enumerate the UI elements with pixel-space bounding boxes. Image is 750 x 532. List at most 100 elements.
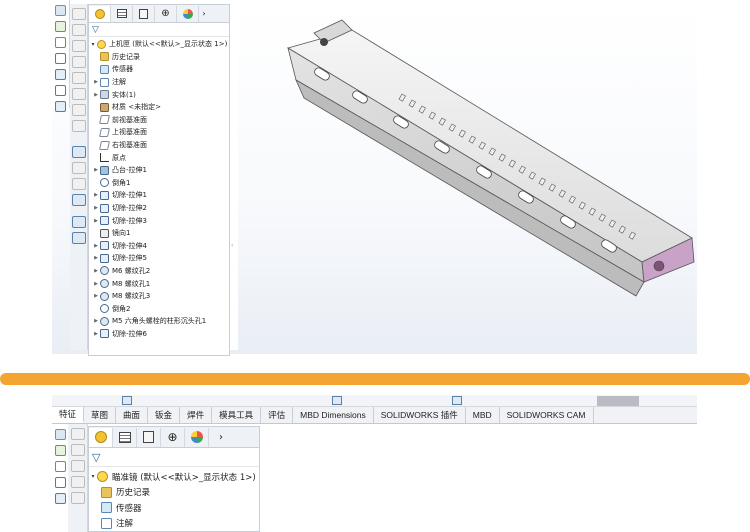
toolbar-icon-6[interactable] [55,85,66,96]
expand-arrow-icon[interactable]: ▶ [92,243,100,249]
tree-item[interactable]: 右视基准面 [92,139,229,152]
ribbon-tab[interactable]: 钣金 [148,407,181,423]
tab-property-manager[interactable] [113,427,137,447]
tree-item[interactable]: 倒角1 [92,177,229,190]
tree-filter-row[interactable]: ▽ [89,23,229,37]
tree-item[interactable]: ▶ 实体(1) [92,88,229,101]
expand-arrow-icon[interactable]: ▶ [92,255,100,261]
toolbar-icon-e[interactable] [71,72,86,84]
toolbar-icon-d[interactable] [71,56,86,68]
toolbar-icon-j[interactable] [71,162,86,174]
expand-arrow-icon[interactable]: ▶ [92,268,100,274]
toolbar-icon-2[interactable] [55,445,66,456]
tree-item[interactable]: ▶ 切除-拉伸5 [92,252,229,265]
ribbon-tab[interactable]: 模具工具 [212,407,262,423]
tree-item[interactable]: ▶ M5 六角头螺栓的柱形沉头孔1 [92,315,229,328]
filter-icon[interactable]: ▽ [92,25,99,35]
toolbar-icon-l[interactable] [71,194,86,206]
tree-item[interactable]: ▶ 注解 [92,76,229,89]
command-block[interactable] [597,396,639,406]
expand-arrow-icon[interactable]: ▶ [92,331,100,337]
toolbar-icon-5[interactable] [55,493,66,504]
tree-item[interactable]: ▶ M6 螺纹孔2 [92,265,229,278]
toolbar-icon-a[interactable] [71,8,86,20]
toolbar-icon-1[interactable] [55,429,66,440]
toolbar-icon-c[interactable] [70,460,85,472]
toolbar-icon-2[interactable] [55,21,66,32]
tab-feature-manager[interactable] [89,427,113,447]
tree-item[interactable]: ▶ 切除-拉伸2 [92,202,229,215]
toolbar-icon-n[interactable] [71,232,86,244]
ribbon-tab[interactable]: MBD Dimensions [293,407,374,423]
ribbon-tab[interactable]: 曲面 [116,407,149,423]
expand-arrow-icon[interactable]: ▶ [92,293,100,299]
toolbar-icon-h[interactable] [71,120,86,132]
tree-item[interactable]: ▶ 切除-拉伸4 [92,240,229,253]
toolbar-icon-4[interactable] [55,53,66,64]
ribbon-tab[interactable]: 焊件 [180,407,213,423]
command-icon-3[interactable] [452,396,462,405]
tab-dimxpert-manager[interactable]: ⊕ [155,5,177,22]
tree-item[interactable]: ▶ M8 螺纹孔1 [92,277,229,290]
toolbar-icon-c[interactable] [71,40,86,52]
ribbon-tab[interactable]: 特征 [52,407,85,423]
tab-feature-manager[interactable] [89,5,111,22]
toolbar-icon-m[interactable] [71,216,86,228]
tab-property-manager[interactable] [111,5,133,22]
toolbar-icon-5[interactable] [55,69,66,80]
tab-configuration-manager[interactable] [133,5,155,22]
toolbar-icon-d[interactable] [70,476,85,488]
ribbon-tab[interactable]: 评估 [261,407,294,423]
expand-arrow-icon[interactable]: ▶ [92,281,100,287]
tab-configuration-manager[interactable] [137,427,161,447]
expand-arrow-icon[interactable]: ▶ [92,205,100,211]
tree-root[interactable]: ▾ 瞄准镜 (默认<<默认>_显示状态 1>) [89,469,259,485]
expand-arrow-icon[interactable]: ▶ [92,318,100,324]
tree-item[interactable]: 历史记录 [92,51,229,64]
ribbon-tab[interactable]: SOLIDWORKS CAM [500,407,594,423]
toolbar-icon-f[interactable] [71,88,86,100]
tree-item[interactable]: 镜向1 [92,227,229,240]
toolbar-icon-b[interactable] [70,444,85,456]
toolbar-icon-e[interactable] [70,492,85,504]
tree-item[interactable]: 注解 [101,516,259,532]
command-icon-2[interactable] [332,396,342,405]
expand-arrow-icon[interactable]: ▶ [92,218,100,224]
toolbar-icon-g[interactable] [71,104,86,116]
toolbar-icon-4[interactable] [55,477,66,488]
tab-scroll-right[interactable]: › [209,428,233,447]
tree-item[interactable]: 材质 <未指定> [92,101,229,114]
ribbon-tab[interactable]: SOLIDWORKS 插件 [374,407,466,423]
tree-item[interactable]: ▶ M8 螺纹孔3 [92,290,229,303]
toolbar-icon-a[interactable] [70,428,85,440]
expand-arrow-icon[interactable]: ▶ [92,92,100,98]
tab-scroll-right[interactable]: › [199,6,209,22]
tree-root[interactable]: ▾ 上机匣 (默认<<默认>_显示状态 1>) [89,38,229,51]
expand-arrow-icon[interactable]: ▶ [92,79,100,85]
toolbar-icon-i[interactable] [71,146,86,158]
tree-item[interactable]: ▶ 凸台-拉伸1 [92,164,229,177]
toolbar-icon-3[interactable] [55,461,66,472]
tree-item[interactable]: 传感器 [92,63,229,76]
tree-filter-row[interactable]: ▽ [89,448,259,467]
command-icon-1[interactable] [122,396,132,405]
tree-item[interactable]: 前视基准面 [92,114,229,127]
tree-item[interactable]: 历史记录 [101,485,259,501]
tree-item[interactable]: 倒角2 [92,302,229,315]
tab-display-manager[interactable] [185,427,209,447]
toolbar-icon-1[interactable] [55,5,66,16]
tree-item[interactable]: 上视基准面 [92,126,229,139]
toolbar-icon-k[interactable] [71,178,86,190]
tree-item[interactable]: ▶ 切除-拉伸1 [92,189,229,202]
expand-arrow-icon[interactable]: ▶ [92,192,100,198]
tree-item[interactable]: 原点 [92,151,229,164]
ribbon-tab[interactable]: MBD [466,407,500,423]
tab-display-manager[interactable] [177,5,199,22]
collapse-icon[interactable]: ▾ [89,473,97,480]
tab-dimxpert-manager[interactable]: ⊕ [161,427,185,447]
tree-item[interactable]: ▶ 切除-拉伸6 [92,328,229,341]
toolbar-icon-b[interactable] [71,24,86,36]
tree-item[interactable]: ▶ 切除-拉伸3 [92,214,229,227]
filter-icon[interactable]: ▽ [92,451,100,464]
toolbar-icon-3[interactable] [55,37,66,48]
